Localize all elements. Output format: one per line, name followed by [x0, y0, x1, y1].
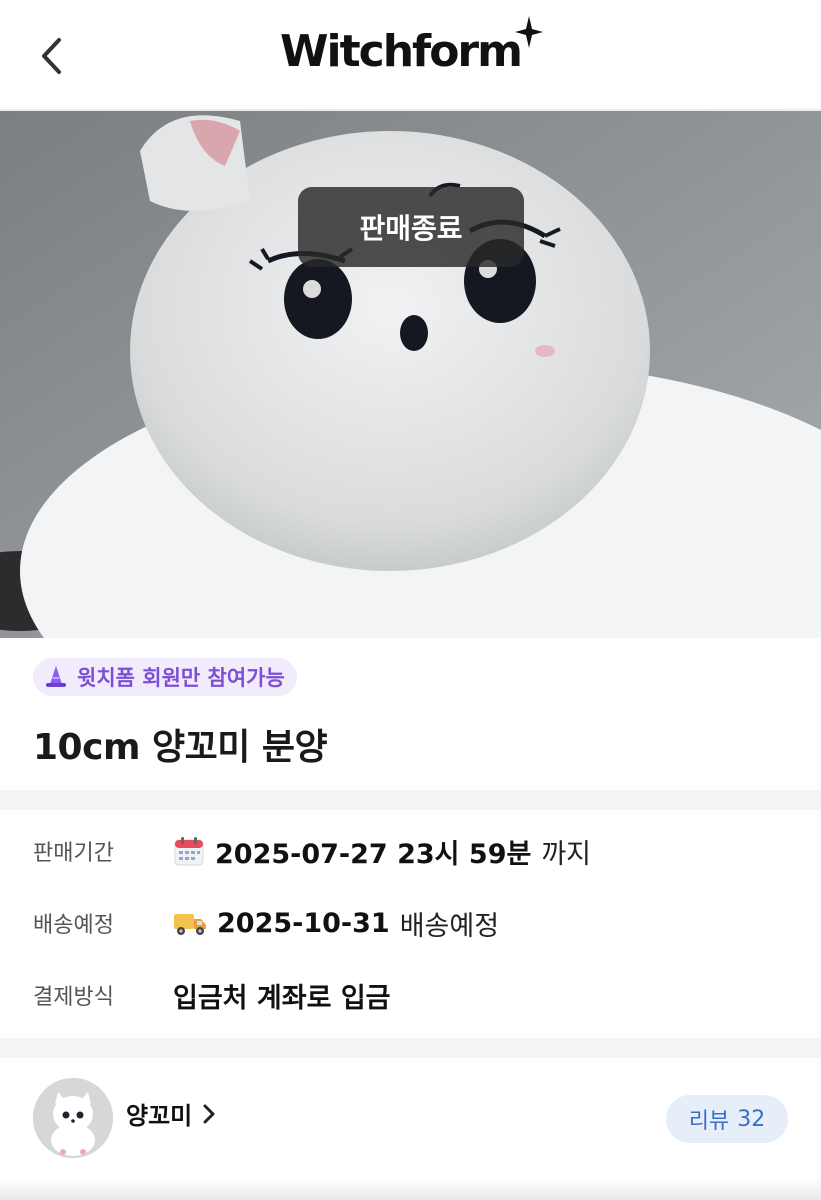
sale-period-value: 2025-07-27 23시 59분 까지: [173, 832, 591, 871]
review-button[interactable]: 리뷰 32: [666, 1095, 788, 1143]
shipping-row: 배송예정 2025-10-31 배송예정: [33, 898, 499, 948]
chevron-left-icon: [42, 38, 61, 74]
sale-period-row: 판매기간 2025-07-27 23시 59분 까지: [33, 826, 591, 876]
seller-avatar-image: [33, 1078, 113, 1158]
section-divider: [0, 790, 821, 810]
section-divider: [0, 1038, 821, 1058]
sold-out-badge: 판매종료: [298, 187, 524, 267]
witch-hat-icon: [46, 666, 66, 687]
member-only-chip: 윗치폼 회원만 참여가능: [33, 658, 297, 696]
sale-period-date: 2025-07-27 23시 59분: [215, 838, 532, 870]
witchform-logo[interactable]: Witchform: [280, 16, 543, 82]
shipping-label: 배송예정: [33, 913, 114, 938]
sale-period-suffix: 까지: [541, 838, 592, 870]
payment-value: 입금처 계좌로 입금: [173, 982, 391, 1014]
sparkle-star-icon: [514, 16, 543, 48]
back-button[interactable]: [30, 34, 74, 78]
delivery-truck-icon: [174, 914, 206, 935]
bottom-bar-edge: [0, 1178, 821, 1200]
seller-name-link[interactable]: 양꼬미: [126, 1096, 216, 1131]
chevron-right-icon: [203, 1104, 215, 1123]
payment-value-wrap: 입금처 계좌로 입금: [173, 976, 391, 1015]
review-count: 32: [737, 1106, 766, 1132]
logo-text: Witchform: [280, 26, 523, 77]
shipping-value: 2025-10-31 배송예정: [173, 904, 499, 943]
shipping-date: 2025-10-31: [217, 907, 390, 939]
member-only-label: 윗치폼 회원만 참여가능: [77, 666, 285, 690]
payment-row: 결제방식 입금처 계좌로 입금: [33, 970, 391, 1020]
payment-label: 결제방식: [33, 985, 114, 1010]
product-image[interactable]: 판매종료: [0, 111, 821, 638]
review-label: 리뷰: [688, 1109, 730, 1134]
avatar[interactable]: [33, 1078, 113, 1158]
product-title: 10cm 양꼬미 분양: [33, 727, 328, 768]
calendar-icon: [174, 837, 204, 866]
sale-period-label: 판매기간: [33, 841, 114, 866]
top-nav-bar: Witchform: [0, 0, 821, 111]
shipping-suffix: 배송예정: [399, 910, 500, 942]
seller-name: 양꼬미: [126, 1102, 193, 1130]
